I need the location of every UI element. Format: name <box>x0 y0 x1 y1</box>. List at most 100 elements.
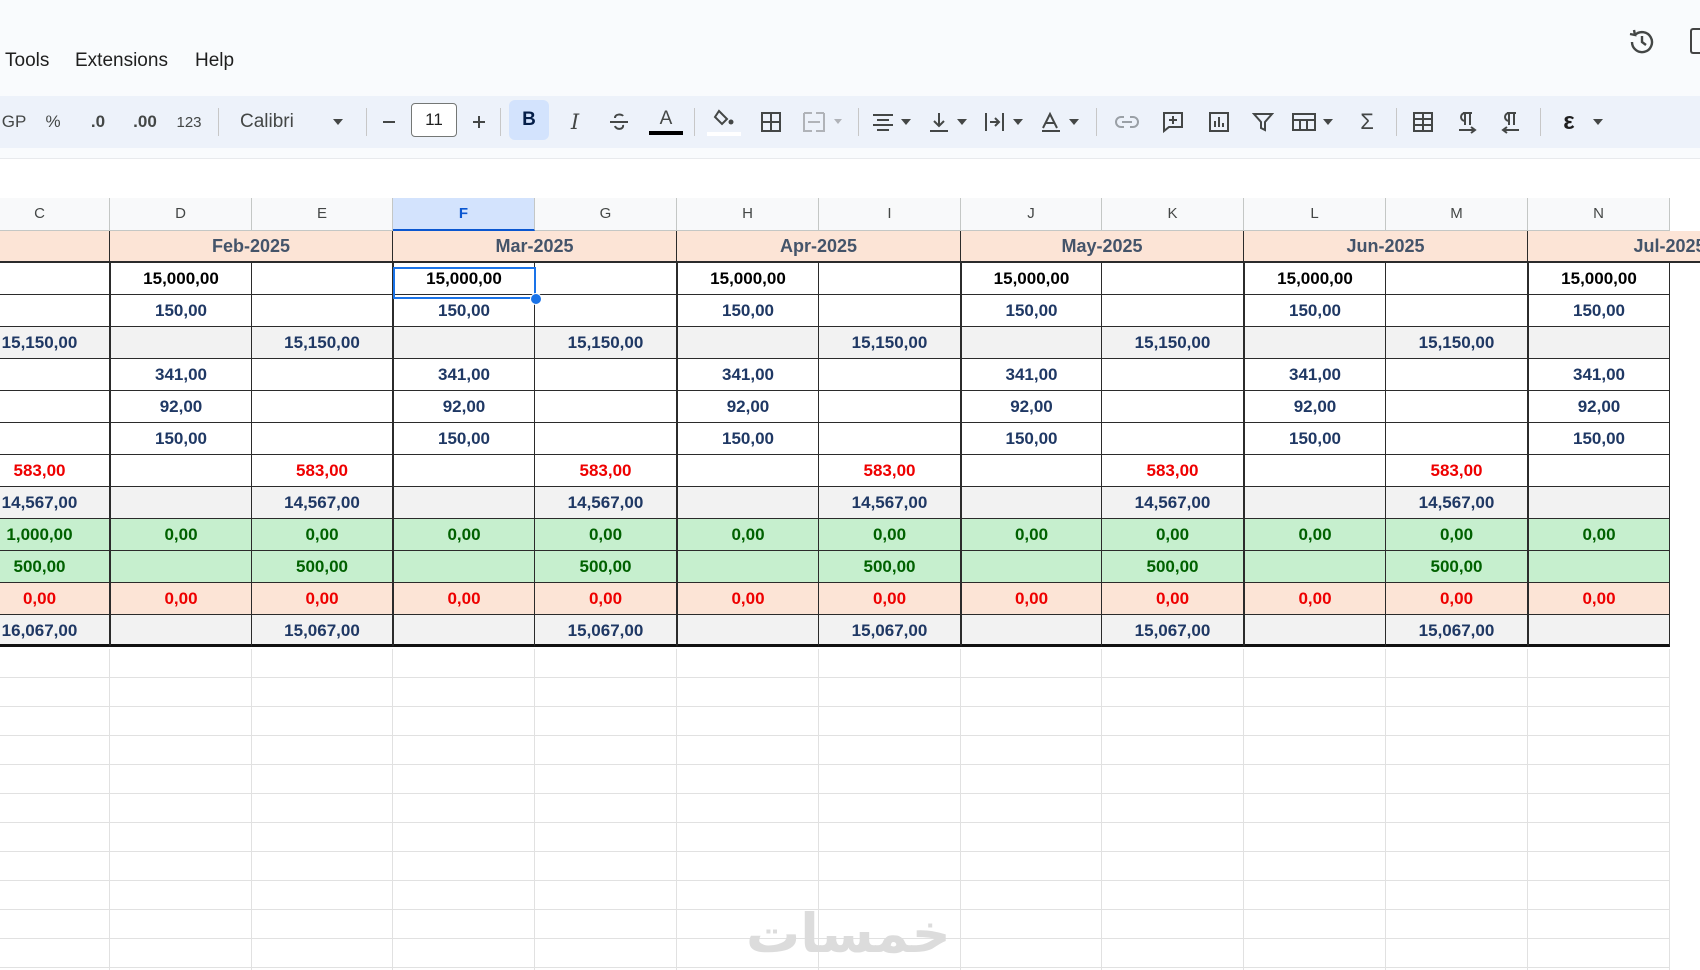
empty-cell[interactable] <box>535 823 677 852</box>
empty-cell[interactable] <box>961 649 1102 678</box>
empty-cell[interactable] <box>1386 707 1528 736</box>
data-cell[interactable] <box>393 327 535 359</box>
data-cell[interactable] <box>0 391 110 423</box>
empty-cell[interactable] <box>535 736 677 765</box>
data-cell[interactable]: 14,567,00 <box>0 487 110 519</box>
data-cell[interactable]: 583,00 <box>819 455 961 487</box>
data-cell[interactable] <box>1244 551 1386 583</box>
font-size-input[interactable]: 11 <box>411 103 457 137</box>
empty-cell[interactable] <box>961 881 1102 910</box>
empty-cell[interactable] <box>393 939 535 968</box>
empty-cell[interactable] <box>252 736 393 765</box>
empty-cell[interactable] <box>819 794 961 823</box>
empty-cell[interactable] <box>677 823 819 852</box>
empty-cell[interactable] <box>393 823 535 852</box>
data-cell[interactable] <box>1528 615 1670 647</box>
text-color-button[interactable]: A <box>648 96 684 148</box>
empty-cell[interactable] <box>1386 823 1528 852</box>
data-cell[interactable]: 0,00 <box>110 519 252 551</box>
data-cell[interactable]: 341,00 <box>961 359 1102 391</box>
empty-cell[interactable] <box>393 678 535 707</box>
data-cell[interactable]: 15,067,00 <box>819 615 961 647</box>
increase-font-size-icon[interactable] <box>468 96 490 148</box>
data-cell[interactable] <box>961 551 1102 583</box>
insert-comment-icon[interactable] <box>1158 96 1188 148</box>
italic-button[interactable]: I <box>560 96 590 148</box>
empty-cell[interactable] <box>0 939 110 968</box>
data-cell[interactable] <box>0 263 110 295</box>
strikethrough-icon[interactable] <box>604 96 634 148</box>
empty-cell[interactable] <box>535 881 677 910</box>
data-cell[interactable]: 0,00 <box>819 583 961 615</box>
empty-cell[interactable] <box>535 765 677 794</box>
data-cell[interactable] <box>252 423 393 455</box>
data-cell[interactable] <box>535 263 677 295</box>
data-cell[interactable]: 15,067,00 <box>1386 615 1528 647</box>
data-cell[interactable]: 500,00 <box>0 551 110 583</box>
data-cell[interactable] <box>535 391 677 423</box>
data-cell[interactable]: 14,567,00 <box>1102 487 1244 519</box>
data-cell[interactable] <box>535 359 677 391</box>
data-cell[interactable]: 150,00 <box>677 423 819 455</box>
data-cell[interactable] <box>961 615 1102 647</box>
empty-cell[interactable] <box>961 707 1102 736</box>
empty-cell[interactable] <box>1102 736 1244 765</box>
empty-cell[interactable] <box>1528 794 1670 823</box>
empty-cell[interactable] <box>1528 678 1670 707</box>
side-panel-icon[interactable] <box>1690 28 1700 54</box>
data-cell[interactable] <box>1102 391 1244 423</box>
empty-cell[interactable] <box>819 707 961 736</box>
empty-cell[interactable] <box>1528 649 1670 678</box>
month-header[interactable]: Feb-2025 <box>110 231 393 263</box>
empty-cell[interactable] <box>535 910 677 939</box>
empty-cell[interactable] <box>1244 649 1386 678</box>
data-cell[interactable]: 15,067,00 <box>535 615 677 647</box>
data-cell[interactable]: 150,00 <box>110 423 252 455</box>
text-direction-ltr-icon[interactable] <box>1452 96 1482 148</box>
data-cell[interactable] <box>393 455 535 487</box>
empty-cell[interactable] <box>252 881 393 910</box>
empty-cell[interactable] <box>1244 910 1386 939</box>
menu-help[interactable]: Help <box>195 50 234 72</box>
column-header-e[interactable]: E <box>252 198 393 231</box>
empty-cell[interactable] <box>1244 881 1386 910</box>
number-format-button[interactable]: 123 <box>174 96 204 148</box>
empty-cell[interactable] <box>1244 765 1386 794</box>
empty-cell[interactable] <box>252 765 393 794</box>
empty-cell[interactable] <box>393 736 535 765</box>
data-cell[interactable] <box>0 359 110 391</box>
data-cell[interactable]: 150,00 <box>110 295 252 327</box>
empty-cell[interactable] <box>677 649 819 678</box>
empty-cell[interactable] <box>252 794 393 823</box>
data-cell[interactable]: 150,00 <box>1244 423 1386 455</box>
data-cell[interactable]: 150,00 <box>1528 423 1670 455</box>
data-cell[interactable]: 150,00 <box>961 423 1102 455</box>
data-cell[interactable]: 0,00 <box>677 583 819 615</box>
empty-cell[interactable] <box>961 678 1102 707</box>
functions-button[interactable]: Σ <box>1352 96 1382 148</box>
empty-cell[interactable] <box>1386 881 1528 910</box>
data-cell[interactable]: 0,00 <box>1386 583 1528 615</box>
empty-cell[interactable] <box>110 881 252 910</box>
text-rotation-icon[interactable] <box>1038 96 1084 148</box>
column-header-f[interactable]: F <box>393 198 535 231</box>
data-cell[interactable]: 92,00 <box>677 391 819 423</box>
filter-views-icon[interactable] <box>1290 96 1338 148</box>
data-cell[interactable]: 92,00 <box>393 391 535 423</box>
empty-cell[interactable] <box>1528 823 1670 852</box>
data-cell[interactable] <box>110 551 252 583</box>
empty-cell[interactable] <box>677 736 819 765</box>
menu-extensions[interactable]: Extensions <box>75 50 168 72</box>
data-cell[interactable]: 500,00 <box>819 551 961 583</box>
data-cell[interactable]: 0,00 <box>393 583 535 615</box>
empty-cell[interactable] <box>535 939 677 968</box>
empty-cell[interactable] <box>677 852 819 881</box>
empty-cell[interactable] <box>1528 939 1670 968</box>
font-family-select[interactable]: Calibri <box>240 96 294 148</box>
data-cell[interactable] <box>1102 359 1244 391</box>
data-cell[interactable] <box>535 423 677 455</box>
data-cell[interactable]: 0,00 <box>1102 583 1244 615</box>
empty-cell[interactable] <box>819 678 961 707</box>
empty-cell[interactable] <box>0 736 110 765</box>
data-cell[interactable]: 0,00 <box>1244 519 1386 551</box>
